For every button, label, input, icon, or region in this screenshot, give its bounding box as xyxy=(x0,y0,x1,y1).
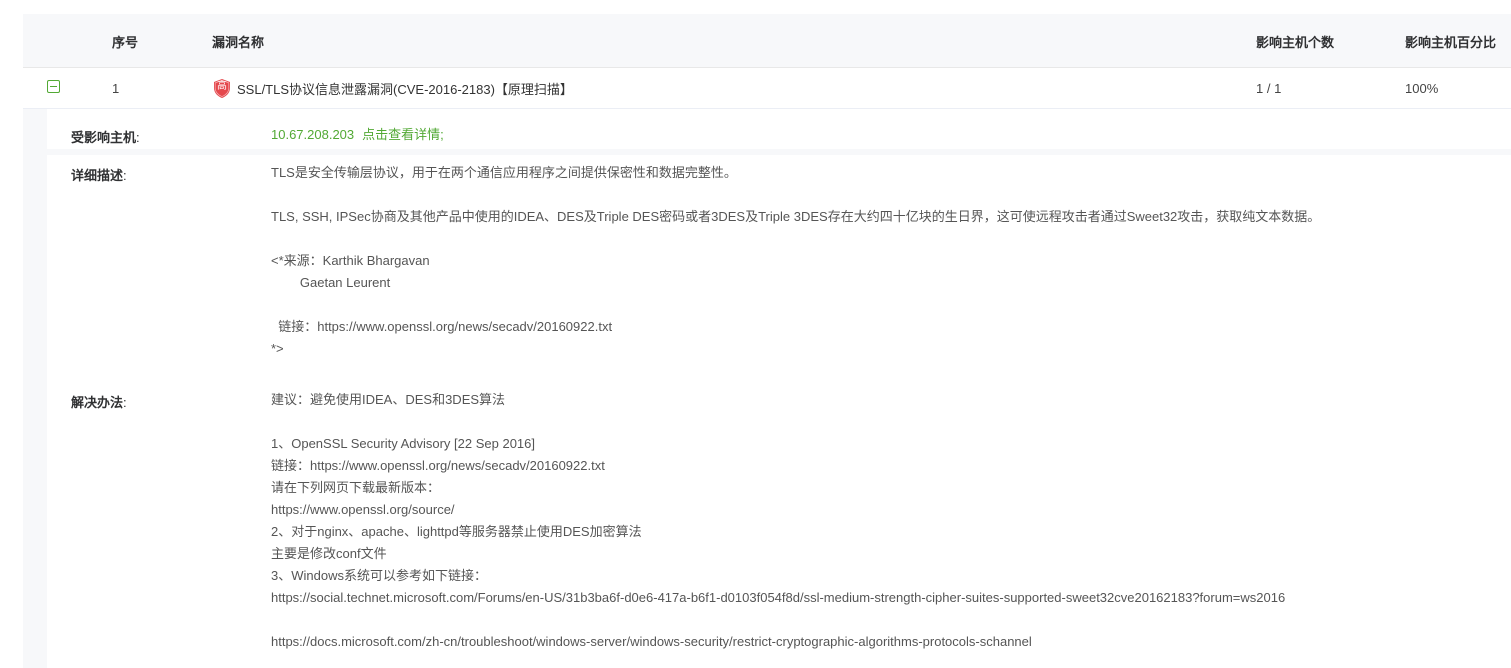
solution-label: 解决办法: xyxy=(71,395,127,410)
affected-hosts-row: 受影响主机: 10.67.208.203 点击查看详情; xyxy=(47,109,1511,149)
table-header: 序号 漏洞名称 影响主机个数 影响主机百分比 xyxy=(23,14,1511,68)
vulnerability-table: 序号 漏洞名称 影响主机个数 影响主机百分比 1 高 SSL/TLS协议信息泄露… xyxy=(23,14,1511,668)
description-label: 详细描述: xyxy=(71,168,127,183)
solution-text: 建议：避免使用IDEA、DES和3DES算法 1、OpenSSL Securit… xyxy=(271,392,1286,649)
affected-hosts-label: 受影响主机: xyxy=(71,130,140,145)
header-host-count: 影响主机个数 xyxy=(1256,35,1335,50)
high-risk-shield-icon: 高 xyxy=(212,78,232,99)
description-text: TLS是安全传输层协议，用于在两个通信应用程序之间提供保密性和数据完整性。 TL… xyxy=(271,165,1321,356)
affected-hosts-value: 10.67.208.203 点击查看详情; xyxy=(271,124,444,146)
header-vuln-name: 漏洞名称 xyxy=(212,35,265,50)
table-row[interactable]: 1 高 SSL/TLS协议信息泄露漏洞(CVE-2016-2183)【原理扫描】… xyxy=(23,68,1511,109)
description-row: 详细描述: TLS是安全传输层协议，用于在两个通信应用程序之间提供保密性和数据完… xyxy=(47,155,1511,383)
vuln-name-cell: 高 SSL/TLS协议信息泄露漏洞(CVE-2016-2183)【原理扫描】 xyxy=(212,78,573,99)
view-details-link[interactable]: 点击查看详情; xyxy=(362,127,444,142)
header-index: 序号 xyxy=(112,35,139,50)
solution-row: 解决办法: 建议：避免使用IDEA、DES和3DES算法 1、OpenSSL S… xyxy=(47,382,1511,668)
host-ip: 10.67.208.203 xyxy=(271,127,355,142)
collapse-minus-icon[interactable] xyxy=(47,80,60,93)
risk-level-badge: 高 xyxy=(217,81,227,92)
expanded-details: 受影响主机: 10.67.208.203 点击查看详情; 详细描述: TLS是安全… xyxy=(23,109,1511,668)
row-index: 1 xyxy=(112,81,120,96)
header-host-percent: 影响主机百分比 xyxy=(1405,35,1497,50)
row-host-count: 1 / 1 xyxy=(1256,81,1282,96)
row-host-percent: 100% xyxy=(1405,81,1439,96)
vuln-name-link[interactable]: SSL/TLS协议信息泄露漏洞(CVE-2016-2183)【原理扫描】 xyxy=(237,79,573,98)
